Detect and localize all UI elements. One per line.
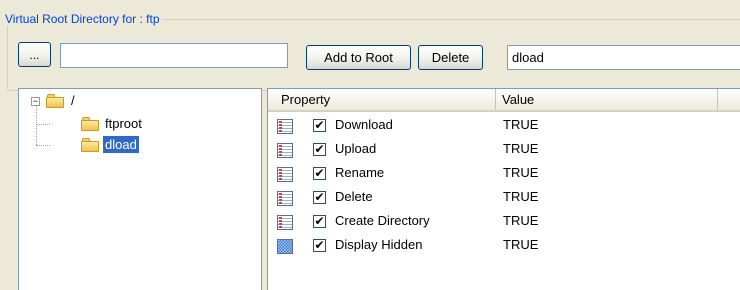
upload-checkbox[interactable]: ✔ <box>313 143 326 156</box>
add-to-root-button[interactable]: Add to Root <box>306 45 411 70</box>
property-name: Rename <box>335 165 385 180</box>
folder-open-icon <box>46 94 64 108</box>
property-row-upload[interactable]: ✔ Upload TRUE <box>268 139 740 163</box>
list-icon <box>277 167 293 182</box>
display-hidden-checkbox[interactable]: ✔ <box>313 239 326 252</box>
directory-tree[interactable]: − / ftproot dload <box>18 88 262 290</box>
tree-guide-line <box>36 145 50 146</box>
column-header-empty <box>718 89 740 110</box>
column-header-value[interactable]: Value <box>496 89 718 110</box>
property-row-download[interactable]: ✔ Download TRUE <box>268 115 740 139</box>
property-value: TRUE <box>503 237 539 252</box>
browse-button-label: ... <box>29 48 40 62</box>
hidden-icon <box>277 239 293 254</box>
group-title: Virtual Root Directory for : ftp <box>2 12 163 26</box>
folder-name-field[interactable]: dload <box>507 45 740 70</box>
list-icon <box>277 191 293 206</box>
download-checkbox[interactable]: ✔ <box>313 119 326 132</box>
delete-button[interactable]: Delete <box>418 45 483 70</box>
property-value: TRUE <box>503 117 539 132</box>
list-icon <box>277 119 293 134</box>
list-icon <box>277 143 293 158</box>
list-icon <box>277 215 293 230</box>
tree-guide-line <box>36 124 50 125</box>
tree-node-ftproot[interactable]: ftproot <box>103 115 144 132</box>
create-directory-checkbox[interactable]: ✔ <box>313 215 326 228</box>
property-row-create-directory[interactable]: ✔ Create Directory TRUE <box>268 211 740 235</box>
property-value: TRUE <box>503 141 539 156</box>
delete-checkbox[interactable]: ✔ <box>313 191 326 204</box>
property-value: TRUE <box>503 213 539 228</box>
property-row-rename[interactable]: ✔ Rename TRUE <box>268 163 740 187</box>
tree-node-root[interactable]: / <box>69 92 77 109</box>
browse-button[interactable]: ... <box>18 42 51 67</box>
property-row-delete[interactable]: ✔ Delete TRUE <box>268 187 740 211</box>
column-header-property[interactable]: Property <box>268 89 496 110</box>
property-row-display-hidden[interactable]: ✔ Display Hidden TRUE <box>268 235 740 259</box>
property-name: Display Hidden <box>335 237 423 252</box>
tree-node-dload[interactable]: dload <box>102 135 140 154</box>
property-list[interactable]: Property Value ✔ Download TRUE ✔ Upload … <box>267 88 740 290</box>
collapse-toggle[interactable]: − <box>31 97 40 106</box>
property-name: Create Directory <box>335 213 430 228</box>
property-value: TRUE <box>503 189 539 204</box>
property-name: Delete <box>335 189 373 204</box>
folder-icon <box>81 138 99 152</box>
rename-checkbox[interactable]: ✔ <box>313 167 326 180</box>
property-value: TRUE <box>503 165 539 180</box>
property-name: Upload <box>335 141 377 156</box>
list-header: Property Value <box>268 89 740 112</box>
path-input[interactable] <box>60 43 288 68</box>
folder-icon <box>81 117 99 131</box>
property-name: Download <box>335 117 393 132</box>
